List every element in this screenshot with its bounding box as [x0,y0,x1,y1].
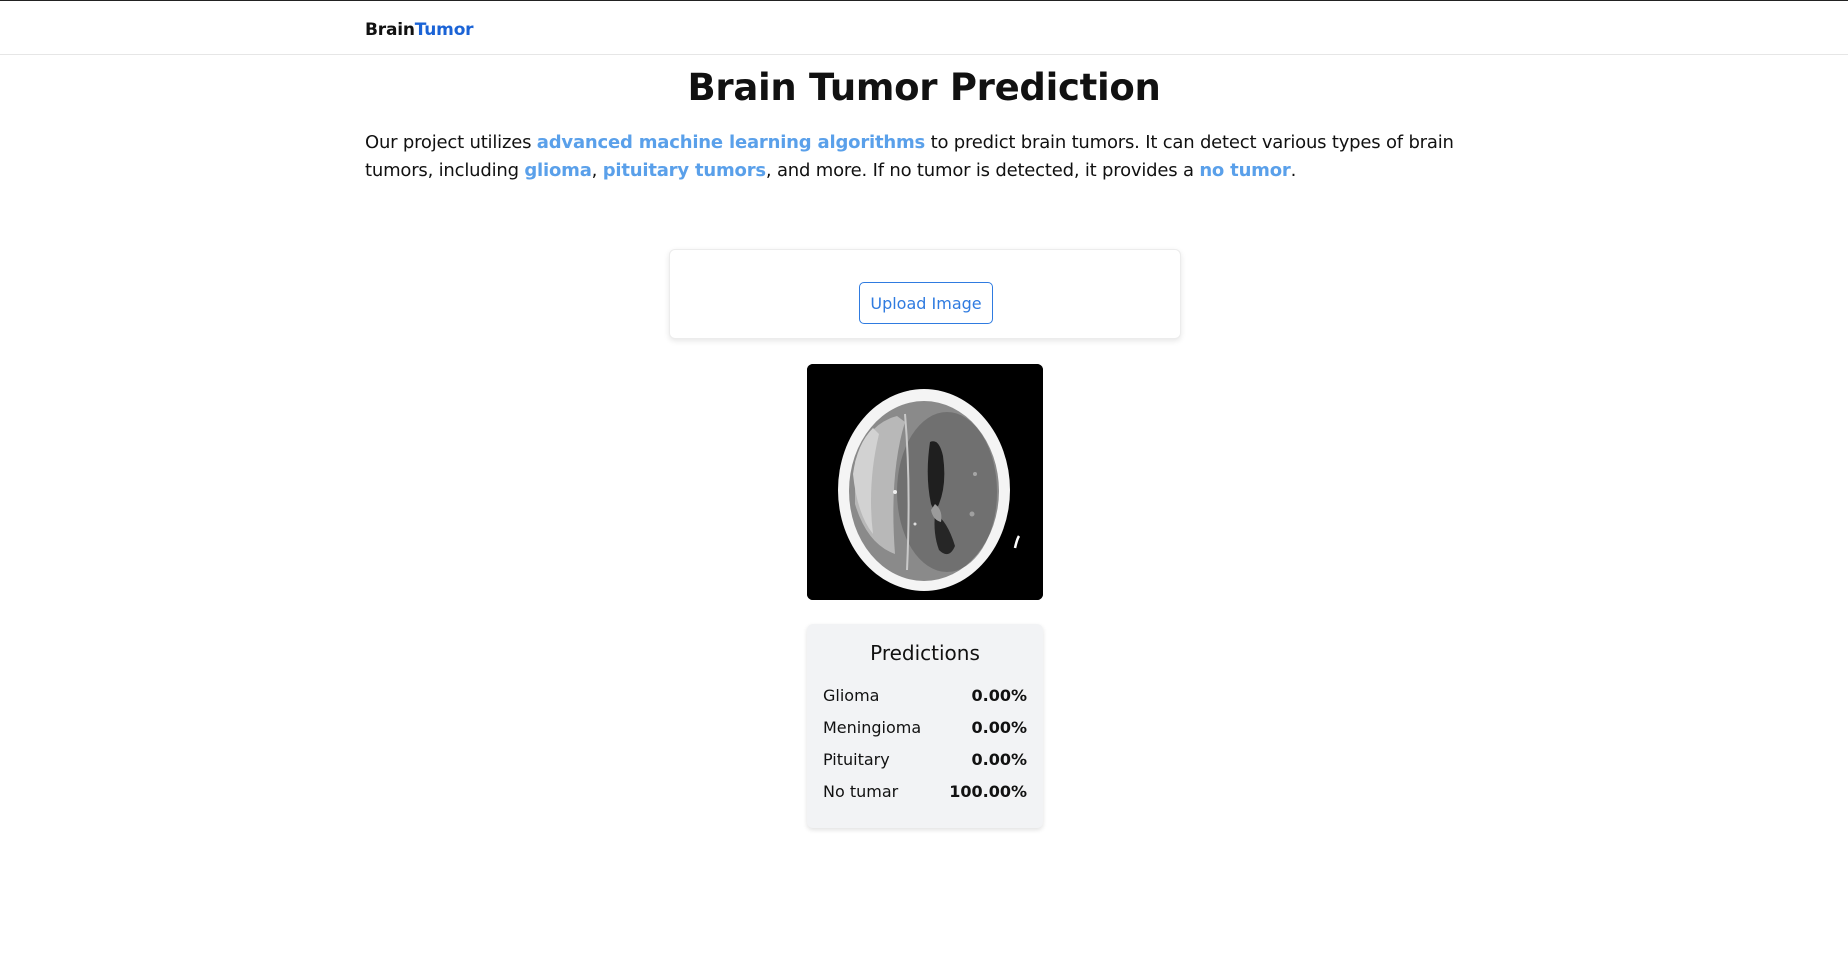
brain-scan-graphic [807,364,1043,600]
prediction-row-glioma: Glioma 0.00% [823,686,1027,708]
brain-ct-scan-image [807,364,1043,600]
prediction-label: No tumar [823,782,899,801]
prediction-label: Meningioma [823,718,922,737]
intro-text: , and more. If no tumor is detected, it … [765,160,1200,181]
prediction-value: 0.00% [971,750,1027,769]
prediction-value: 100.00% [949,782,1027,801]
prediction-row-pituitary: Pituitary 0.00% [823,750,1027,772]
prediction-row-meningioma: Meningioma 0.00% [823,718,1027,740]
intro-text: . [1290,160,1297,181]
prediction-label: Pituitary [823,750,890,769]
intro-highlight-algorithms: advanced machine learning algorithms [536,132,926,153]
prediction-value: 0.00% [971,686,1027,705]
intro-highlight-pituitary: pituitary tumors [602,160,766,181]
prediction-label: Glioma [823,686,880,705]
intro-text: Our project utilizes [365,132,537,153]
predictions-card: Predictions Glioma 0.00% Meningioma 0.00… [807,624,1043,828]
upload-image-button[interactable]: Upload Image [859,282,993,324]
intro-text: , [591,160,603,181]
intro-highlight-glioma: glioma [524,160,592,181]
brand-logo-link[interactable]: BrainTumor [365,20,474,40]
upload-card: Upload Image [669,249,1181,339]
page-title: Brain Tumor Prediction [687,66,1161,109]
navbar: BrainTumor [0,0,1848,55]
intro-paragraph: Our project utilizes advanced machine le… [365,129,1505,185]
prediction-value: 0.00% [971,718,1027,737]
intro-highlight-no-tumor: no tumor [1199,160,1291,181]
prediction-row-no-tumor: No tumar 100.00% [823,782,1027,804]
brand-text-tumor: Tumor [414,20,474,40]
brand-text-brain: Brain [365,20,415,40]
predictions-title: Predictions [870,641,980,665]
